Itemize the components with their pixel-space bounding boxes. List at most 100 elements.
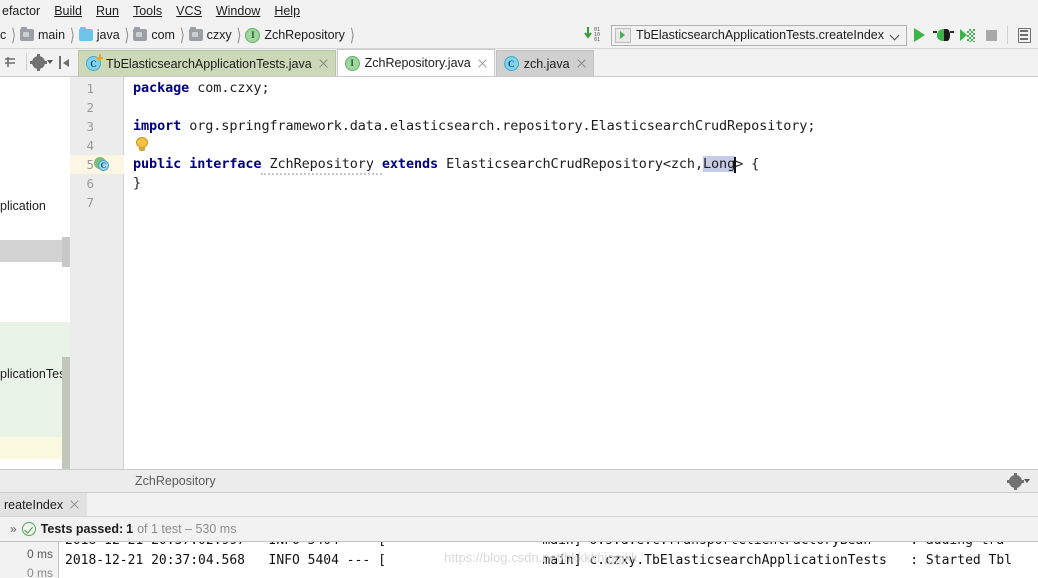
text-caret [734,157,737,173]
interface-icon: I [245,27,261,43]
breadcrumb-separator-icon: ⟩ [70,24,75,46]
breadcrumb-label: com [151,28,175,42]
implemented-interface-icon[interactable]: C [94,157,109,172]
run-toolbar: 01 10 01 TbElasticsearchApplicationTests… [583,22,1038,48]
console-line: 2018-12-21 20:37:04.568 INFO 5404 --- [ … [65,553,1013,568]
line-number: 6 [86,176,94,191]
test-status-bar: » Tests passed: 1 of 1 test – 530 ms [0,517,1038,541]
run-button[interactable] [907,23,931,47]
download-binary-icon[interactable]: 01 10 01 [583,25,605,45]
tab-zchrepository[interactable]: I ZchRepository.java [336,49,495,76]
tab-icon: C [503,56,519,71]
breadcrumb-item-main[interactable]: main [18,25,68,45]
align-icon[interactable] [0,51,22,73]
editor-breadcrumb-bar: ZchRepository [0,469,1038,493]
breadcrumb-item-src[interactable]: c [0,25,9,45]
keyword: interface [189,156,262,172]
menu-label: Run [96,3,119,18]
breadcrumb-label: c [0,28,7,42]
menu-item-refactor[interactable]: efactor [0,2,47,21]
menu-item-vcs[interactable]: VCS [169,2,209,21]
menu-item-tools[interactable]: Tools [126,2,169,21]
code-text-area[interactable]: package com.czxy; import org.springframe… [125,77,1026,469]
chevron-down-icon[interactable] [890,30,901,41]
fragment-text: plicationTest [0,367,69,381]
line-number: 3 [86,119,94,134]
completion-popup-fragment-highlight[interactable] [0,437,70,459]
chevron-down-icon [46,60,53,64]
run-config-icon [614,27,631,43]
code-text: > { [735,156,760,172]
dock-button[interactable] [1012,23,1036,47]
code-editor[interactable]: plication plicationTest 1 2 3 4 5 6 7 C … [0,77,1038,469]
tab-tools [0,48,78,76]
coverage-icon [959,28,975,42]
debug-bug-icon [932,29,954,41]
close-icon[interactable] [318,58,329,69]
run-tab-createindex[interactable]: reateIndex [0,493,88,516]
stop-icon [985,29,997,41]
test-class-icon: C [86,54,103,71]
collapse-icon [58,55,71,69]
close-icon[interactable] [69,499,80,510]
menu-label: Window [215,3,261,18]
fragment-scrollbar[interactable] [62,357,70,469]
editor-scrollbar[interactable] [1026,77,1038,469]
toolbar-divider [1007,26,1008,44]
code-text: com.czxy; [189,80,270,96]
menu-label: VCS [176,3,202,18]
keyword: import [133,118,182,134]
menu-item-window[interactable]: Window [209,2,267,21]
keyword: public [133,156,182,172]
collapse-button[interactable] [53,51,75,73]
run-configuration-selector[interactable]: TbElasticsearchApplicationTests.createIn… [610,24,907,46]
interface-icon: I [344,55,360,71]
code-text: ZchRepository [261,156,382,175]
breadcrumb-item-czxy[interactable]: czxy [187,25,235,45]
close-icon[interactable] [576,58,587,69]
test-duration: 0 ms [26,566,53,578]
editor-settings-button[interactable] [1007,472,1030,490]
breadcrumb-item-zchrepository[interactable]: I ZchRepository [243,25,348,45]
breadcrumb-item-com[interactable]: com [131,25,178,45]
tab-label: ZchRepository.java [364,56,471,70]
close-icon[interactable] [477,58,488,69]
fragment-scrollbar[interactable] [62,237,70,267]
chevron-double-right-icon[interactable]: » [10,522,17,536]
menu-label: Tools [132,3,163,18]
fragment-text: plication [0,199,46,213]
folder-java-icon [78,27,93,41]
menu-item-run[interactable]: Run [89,2,126,21]
stop-button[interactable] [979,23,1003,47]
code-text: org.springframework.data.elasticsearch.r… [181,118,816,134]
breadcrumb-separator-icon: ⟩ [349,24,355,46]
tab-label: TbElasticsearchApplicationTests.java [106,56,312,71]
console-output[interactable]: 2018-12-21 20:37:02.997 INFO 5404 --- [ … [58,541,1038,578]
code-line-5: public interface ZchRepository extends E… [133,155,760,175]
editor-breadcrumb-label[interactable]: ZchRepository [135,474,216,488]
editor-gutter[interactable]: 1 2 3 4 5 6 7 C [70,77,124,469]
menu-item-build[interactable]: Build [47,2,89,21]
breadcrumb-item-java[interactable]: java [77,25,123,45]
tool-divider [26,53,27,71]
debug-button[interactable] [931,23,955,47]
selected-token[interactable]: Long [703,156,737,173]
keyword: package [133,80,190,96]
run-tab-label: reateIndex [4,497,64,512]
run-coverage-button[interactable] [955,23,979,47]
breadcrumb-separator-icon: ⟩ [11,24,16,46]
settings-button[interactable] [29,51,53,73]
tab-tbelasticsearchapplicationtests[interactable]: C TbElasticsearchApplicationTests.java [78,50,336,76]
test-tree-fragment[interactable]: 0 ms 0 ms [0,541,58,578]
test-passed-icon [21,522,36,536]
chevron-down-icon [1024,479,1030,483]
run-tab-strip: reateIndex [0,493,1038,517]
test-passed-count: 1 [126,522,134,536]
breadcrumb-label: main [37,28,66,42]
tab-icon: I [344,55,360,71]
breadcrumb: c ⟩ main ⟩ java ⟩ com ⟩ czxy ⟩ I ZchRepo… [0,22,357,48]
menu-item-help[interactable]: Help [267,2,307,21]
tab-zch[interactable]: C zch.java [495,50,594,76]
intention-bulb-icon[interactable] [136,137,148,152]
intellij-idea-window: efactor Build Run Tools VCS Window Help … [0,0,1038,578]
